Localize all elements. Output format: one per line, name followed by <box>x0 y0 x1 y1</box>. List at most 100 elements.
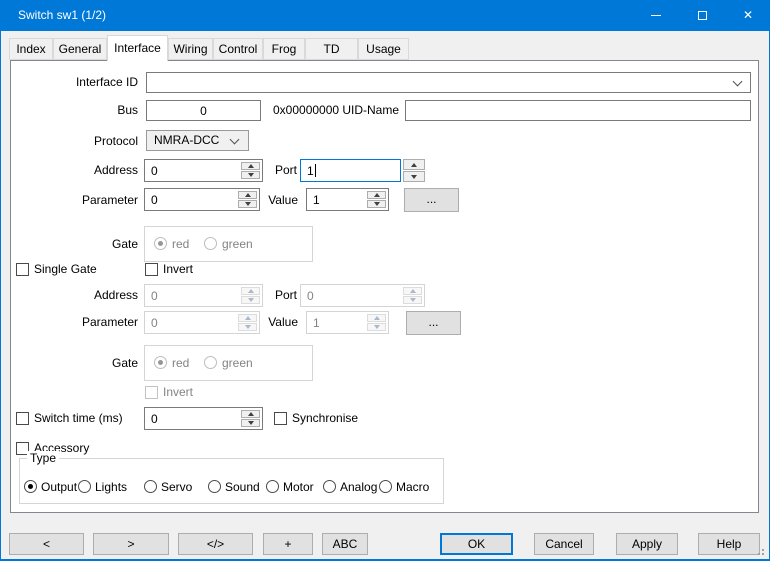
spin-up-icon <box>248 412 254 416</box>
forward-button[interactable]: > <box>93 533 169 555</box>
type-output-radio[interactable] <box>24 480 37 493</box>
invert2-checkbox <box>145 386 158 399</box>
gate2-green-radio <box>204 356 217 369</box>
back-button[interactable]: < <box>9 533 84 555</box>
address1-spinner[interactable]: 0 <box>144 159 263 182</box>
type-servo-label: Servo <box>161 480 192 495</box>
value1-value: 1 <box>313 193 320 207</box>
spin-down-icon <box>411 175 417 179</box>
more1-button[interactable]: ... <box>404 188 459 212</box>
spin-up-icon <box>411 163 417 167</box>
title-bar[interactable]: Switch sw1 (1/2) ✕ <box>1 0 769 31</box>
tab-frog[interactable]: Frog <box>263 38 305 60</box>
tab-general[interactable]: General <box>53 38 107 60</box>
spin-down-button[interactable] <box>403 171 425 182</box>
apply-button[interactable]: Apply <box>616 533 678 555</box>
gate1-green-label: green <box>222 237 253 252</box>
type-analog-radio[interactable] <box>323 480 336 493</box>
single-gate-checkbox[interactable] <box>16 263 29 276</box>
maximize-button[interactable] <box>679 0 725 31</box>
window-title: Switch sw1 (1/2) <box>18 0 106 31</box>
spin-up-icon <box>374 316 380 320</box>
spin-down-icon <box>374 202 380 206</box>
parameter1-spinner[interactable]: 0 <box>144 188 260 211</box>
single-gate-label: Single Gate <box>34 262 97 277</box>
interface-id-combobox[interactable] <box>146 72 751 93</box>
invert1-checkbox[interactable] <box>145 263 158 276</box>
type-sound-radio[interactable] <box>208 480 221 493</box>
minimize-button[interactable] <box>633 0 679 31</box>
value2-spinner: 1 <box>306 311 389 334</box>
value1-spinner[interactable]: 1 <box>306 188 389 211</box>
type-lights-radio[interactable] <box>78 480 91 493</box>
value2-value: 1 <box>313 316 320 330</box>
synchronise-label: Synchronise <box>292 411 358 426</box>
type-output-label: Output <box>41 480 77 495</box>
bus-label: Bus <box>21 103 138 118</box>
spin-up-icon <box>245 193 251 197</box>
spin-down-button <box>367 323 386 331</box>
tab-index[interactable]: Index <box>9 38 53 60</box>
type-analog-label: Analog <box>340 480 377 495</box>
spin-up-icon <box>410 289 416 293</box>
more2-button[interactable]: ... <box>406 311 461 335</box>
spin-down-icon <box>245 325 251 329</box>
bus-field[interactable]: 0 <box>146 100 261 121</box>
value1-label: Value <box>251 193 298 208</box>
spin-down-button[interactable] <box>241 419 260 427</box>
type-motor-label: Motor <box>283 480 314 495</box>
tab-td[interactable]: TD <box>305 38 358 60</box>
gate1-label: Gate <box>21 237 138 252</box>
tab-control[interactable]: Control <box>213 38 263 60</box>
add-button[interactable]: + <box>263 533 313 555</box>
minimize-icon <box>651 15 661 16</box>
type-sound-label: Sound <box>225 480 260 495</box>
switch-time-label: Switch time (ms) <box>34 411 123 426</box>
spin-up-button <box>367 314 386 322</box>
spin-up-button[interactable] <box>241 410 260 418</box>
type-group-label: Type <box>27 451 59 466</box>
type-macro-radio[interactable] <box>379 480 392 493</box>
switch-time-spinner[interactable]: 0 <box>144 407 263 430</box>
close-button[interactable]: ✕ <box>725 0 770 31</box>
synchronise-checkbox[interactable] <box>274 412 287 425</box>
abc-button[interactable]: ABC <box>322 533 368 555</box>
resize-grip-icon[interactable] <box>762 553 764 555</box>
address2-value: 0 <box>151 289 158 303</box>
address2-label: Address <box>21 288 138 303</box>
spin-down-icon <box>410 298 416 302</box>
spin-down-button[interactable] <box>367 200 386 208</box>
uid-name-field[interactable] <box>405 100 751 121</box>
gate2-red-radio <box>154 356 167 369</box>
gate1-red-label: red <box>172 237 189 252</box>
address1-value: 0 <box>151 164 158 178</box>
spin-down-button <box>403 296 422 304</box>
port1-label: Port <box>251 163 297 178</box>
invert2-label: Invert <box>163 385 193 400</box>
port2-spinner: 0 <box>300 284 425 307</box>
tab-wiring[interactable]: Wiring <box>168 38 213 60</box>
type-servo-radio[interactable] <box>144 480 157 493</box>
address2-spinner: 0 <box>144 284 263 307</box>
gate1-red-radio <box>154 237 167 250</box>
type-macro-label: Macro <box>396 480 429 495</box>
type-motor-radio[interactable] <box>266 480 279 493</box>
help-button[interactable]: Help <box>698 533 760 555</box>
parameter2-label: Parameter <box>21 315 138 330</box>
switch-time-checkbox[interactable] <box>16 412 29 425</box>
spin-down-icon <box>245 202 251 206</box>
spin-up-button[interactable] <box>367 191 386 199</box>
spin-up-icon <box>245 316 251 320</box>
maximize-icon <box>698 11 707 20</box>
parameter2-spinner: 0 <box>144 311 260 334</box>
port2-value: 0 <box>307 289 314 303</box>
spin-up-button[interactable] <box>403 159 425 170</box>
tab-interface[interactable]: Interface <box>107 35 168 61</box>
cancel-button[interactable]: Cancel <box>534 533 594 555</box>
tab-usage[interactable]: Usage <box>358 38 409 60</box>
code-button[interactable]: </> <box>178 533 253 555</box>
ok-button[interactable]: OK <box>440 533 513 555</box>
spin-down-icon <box>374 325 380 329</box>
port1-spin-buttons <box>403 159 425 182</box>
port1-field[interactable]: 1 <box>300 159 401 182</box>
